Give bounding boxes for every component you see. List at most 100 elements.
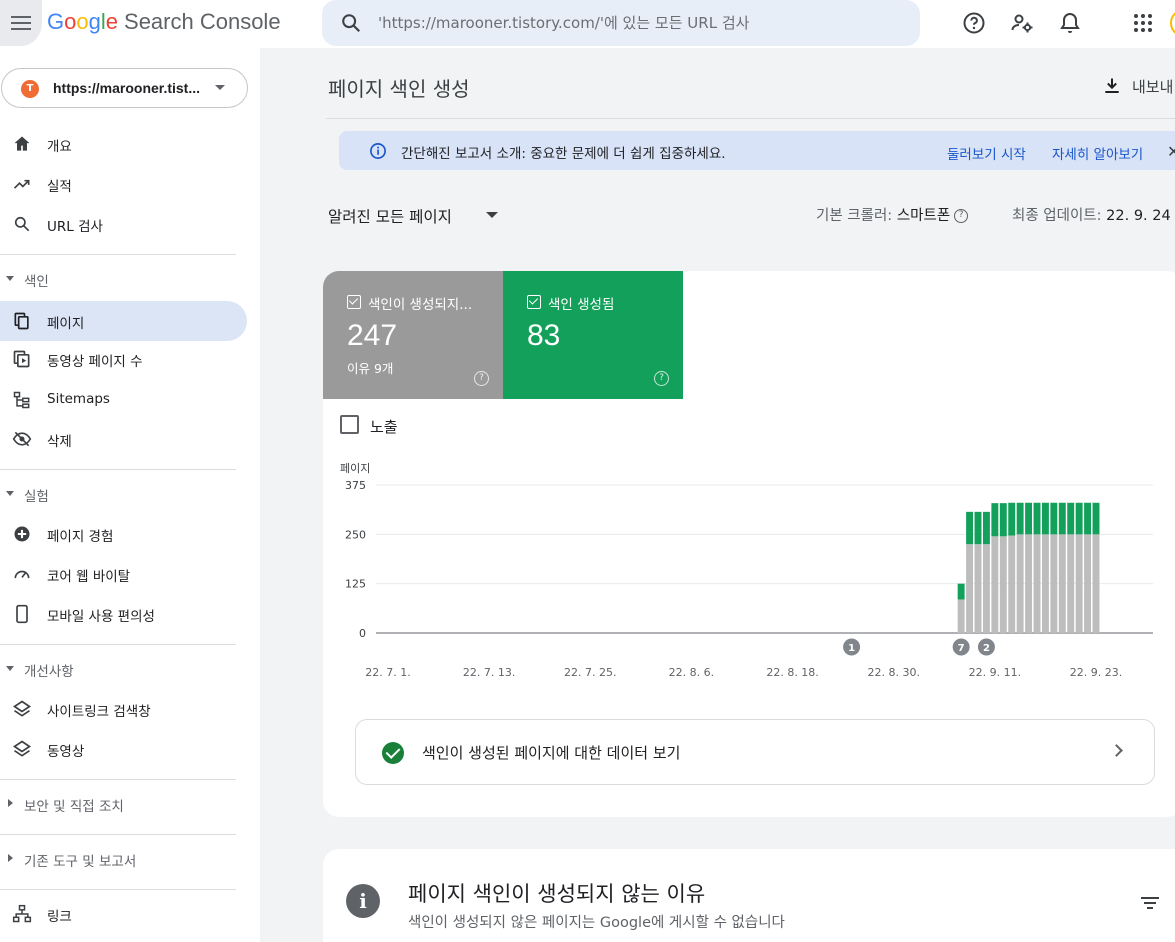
info-icon [370, 143, 386, 159]
sidebar-item-page-experience[interactable]: 페이지 경험 [0, 514, 247, 554]
tile-indexed[interactable]: 색인 생성됨 83 ? [503, 271, 683, 399]
chart-bar [1016, 502, 1024, 535]
section-experience[interactable]: 실험 [0, 479, 247, 509]
chart-bar [1058, 534, 1066, 633]
x-tick-label: 22. 7. 13. [463, 666, 515, 679]
notifications-icon[interactable] [1058, 11, 1082, 35]
checkbox-checked-icon[interactable] [527, 295, 541, 309]
app-logo[interactable]: Google Search Console [47, 9, 281, 35]
index-chart: 0 125 250 375 22. 7. 1. 22. 7. 13. 22. 7. 25. 2… [345, 479, 1153, 679]
chart-bar [1058, 502, 1066, 535]
x-tick-label: 22. 7. 1. [365, 666, 410, 679]
chart-bar [1025, 534, 1033, 633]
reasons-title: 페이지 색인이 생성되지 않는 이유 [408, 882, 706, 906]
section-label: 보안 및 직접 조치 [24, 799, 124, 815]
sidebar-item-pages[interactable]: 페이지 [0, 301, 247, 341]
section-legacy-tools[interactable]: 기존 도구 및 보고서 [0, 844, 247, 874]
apps-icon[interactable] [1131, 11, 1155, 35]
info-banner: 간단해진 보고서 소개: 중요한 문제에 더 쉽게 집중하세요. 둘러보기 시작… [339, 131, 1175, 170]
sidebar-item-overview[interactable]: 개요 [0, 124, 247, 164]
property-favicon: T [21, 80, 39, 98]
help-icon[interactable]: ? [474, 371, 489, 386]
search-input[interactable] [378, 10, 898, 36]
sidebar-item-sitelinks-searchbox[interactable]: 사이트링크 검색창 [0, 689, 247, 729]
section-enhancements[interactable]: 개선사항 [0, 654, 247, 684]
checkbox-checked-icon[interactable] [347, 295, 361, 309]
impressions-label: 노출 [370, 418, 398, 436]
view-indexed-data-link[interactable]: 색인이 생성된 페이지에 대한 데이터 보기 [355, 719, 1155, 785]
x-tick-label: 22. 7. 25. [564, 666, 616, 679]
chart-bar [999, 536, 1007, 633]
filter-icon[interactable] [1140, 895, 1160, 911]
sidebar-item-label: 모바일 사용 편의성 [47, 609, 155, 625]
pages-icon [14, 312, 29, 330]
tile-value: 247 [347, 319, 398, 352]
account-avatar[interactable] [1170, 9, 1175, 37]
chart-bar [1041, 502, 1049, 535]
menu-icon [11, 16, 31, 30]
chart-bar [991, 536, 999, 633]
help-icon[interactable] [962, 11, 986, 35]
sidebar-item-video-pages[interactable]: 동영상 페이지 수 [0, 339, 247, 379]
crawler-info: 기본 크롤러: 스마트폰? [816, 204, 969, 225]
sidebar-item-label: 사이트링크 검색창 [47, 704, 151, 720]
last-updated-value: 22. 9. 24 [1106, 208, 1171, 224]
annotation-label: 7 [958, 643, 965, 654]
sidebar-item-performance[interactable]: 실적 [0, 164, 247, 204]
help-icon[interactable]: ? [654, 371, 669, 386]
reasons-subtitle: 색인이 생성되지 않은 페이지는 Google에 게시할 수 없습니다 [408, 915, 785, 931]
chart-bar [1050, 502, 1058, 535]
reasons-card: i 페이지 색인이 생성되지 않는 이유 색인이 생성되지 않은 페이지는 Go… [323, 849, 1175, 942]
banner-tour-link[interactable]: 둘러보기 시작 [947, 143, 1026, 163]
sidebar-item-mobile-usability[interactable]: 모바일 사용 편의성 [0, 594, 247, 634]
sidebar-item-videos[interactable]: 동영상 [0, 729, 247, 769]
google-wordmark: Google [47, 9, 119, 34]
page-experience-icon [14, 526, 30, 542]
sidebar-item-core-web-vitals[interactable]: 코어 웹 바이탈 [0, 554, 247, 594]
close-icon[interactable]: ✕ [1167, 142, 1175, 161]
sidebar-item-url-inspection[interactable]: URL 검사 [0, 204, 247, 244]
sidebar-divider [0, 644, 236, 645]
chevron-down-icon [6, 666, 14, 671]
chevron-down-icon [215, 85, 225, 90]
section-security[interactable]: 보안 및 직접 조치 [0, 789, 247, 819]
sidebar-item-links[interactable]: 링크 [0, 894, 247, 934]
menu-button[interactable] [0, 0, 42, 46]
settings-icon[interactable] [1010, 11, 1034, 35]
section-index[interactable]: 색인 [0, 264, 247, 294]
tile-not-indexed[interactable]: 색인이 생성되지... 247 이유 9개 ? [323, 271, 503, 399]
sidebar-item-label: 동영상 [47, 744, 85, 760]
chevron-down-icon[interactable] [486, 212, 498, 218]
help-icon[interactable]: ? [954, 209, 969, 223]
y-tick-label: 250 [345, 528, 366, 541]
video-pages-icon [13, 350, 30, 368]
url-inspection-search[interactable] [322, 0, 920, 46]
product-name: Search Console [124, 9, 281, 34]
chart-bar [1084, 534, 1092, 633]
banner-learn-more-link[interactable]: 자세히 알아보기 [1052, 143, 1143, 163]
y-tick-label: 0 [359, 627, 366, 640]
sidebar-item-sitemaps[interactable]: Sitemaps [0, 380, 247, 420]
x-tick-label: 22. 8. 18. [766, 666, 818, 679]
sidebar-divider [0, 254, 236, 255]
sidebar-item-label: 실적 [47, 179, 72, 195]
chart-bar [957, 583, 965, 600]
chart-bar [999, 503, 1007, 537]
chart-bar [1067, 502, 1075, 535]
home-icon [14, 136, 30, 151]
checkbox-unchecked-icon[interactable] [340, 415, 359, 434]
property-selector[interactable]: T https://marooner.tist... [1, 68, 248, 108]
trending-icon [13, 179, 30, 189]
sidebar-item-label: 페이지 경험 [47, 529, 114, 545]
layers-icon [12, 740, 32, 757]
page-filter-dropdown[interactable]: 알려진 모든 페이지 [328, 205, 452, 227]
view-indexed-data-label: 색인이 생성된 페이지에 대한 데이터 보기 [422, 744, 681, 762]
chevron-right-icon [1110, 744, 1123, 757]
sidebar-item-removals[interactable]: 삭제 [0, 419, 247, 459]
page-title: 페이지 색인 생성 [328, 77, 470, 101]
tile-value: 83 [527, 319, 561, 352]
section-label: 색인 [24, 274, 49, 290]
chart-bar [966, 511, 974, 545]
sidebar-item-label: 페이지 [47, 316, 85, 332]
sidebar-item-label: 코어 웹 바이탈 [47, 569, 131, 585]
